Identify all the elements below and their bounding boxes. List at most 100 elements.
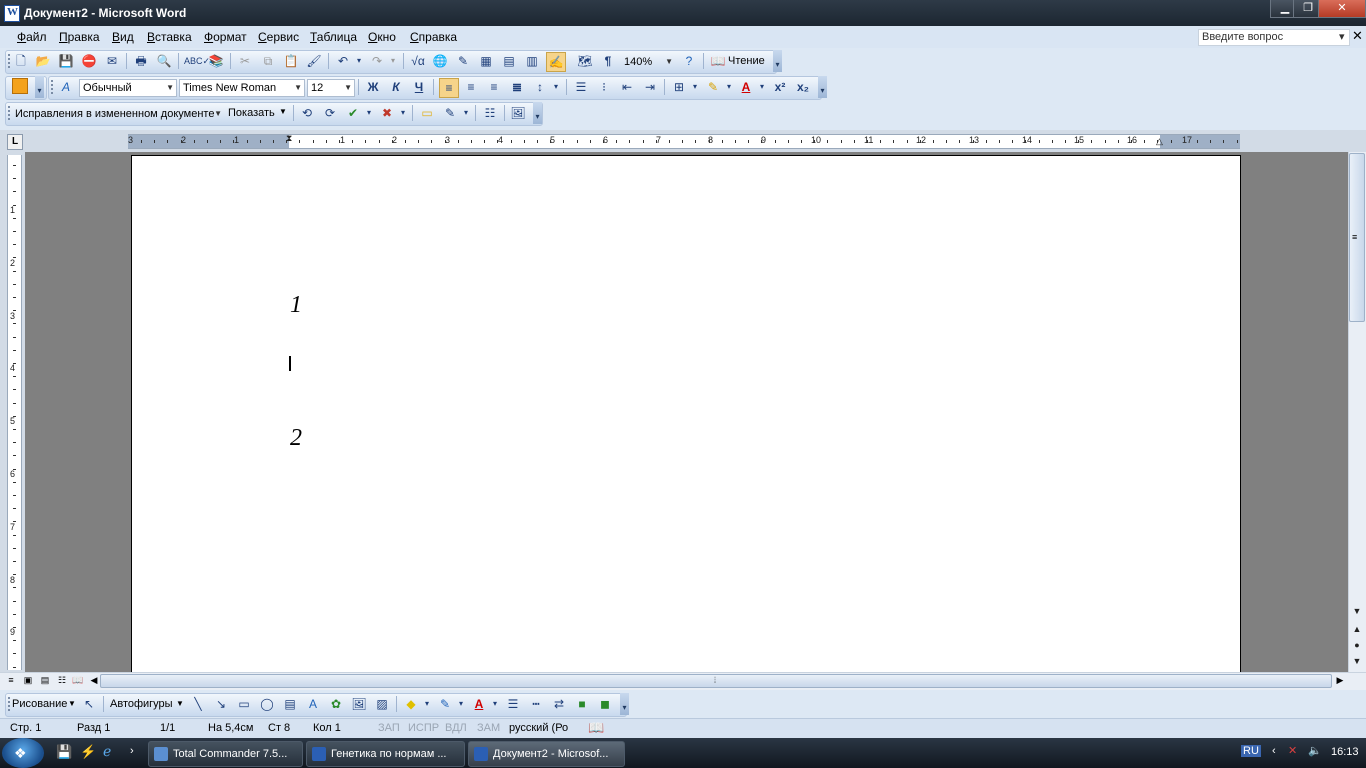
undo-dropdown-icon[interactable]: ▾ <box>350 52 368 70</box>
help-icon[interactable]: ? <box>680 52 698 70</box>
web-view-icon[interactable]: ▣ <box>22 674 34 686</box>
status-track-changes[interactable]: ИСПР <box>408 722 439 734</box>
taskbar-item-total-commander[interactable]: Total Commander 7.5... <box>148 741 303 767</box>
insert-equation-icon[interactable]: √α <box>409 52 427 70</box>
wordart-icon[interactable]: A <box>304 695 322 713</box>
insert-picture-icon[interactable]: ▨ <box>373 695 391 713</box>
next-change-icon[interactable]: ⟳ <box>321 104 339 122</box>
insert-table-icon[interactable]: ▦ <box>477 52 495 70</box>
scroll-down-arrow-icon[interactable]: ▼ <box>1349 606 1365 620</box>
italic-button[interactable]: К <box>387 78 405 96</box>
normal-view-icon[interactable]: ≡ <box>5 674 17 686</box>
menu-window[interactable]: Окно <box>368 30 396 44</box>
close-window-button[interactable]: ✕ <box>1318 0 1366 18</box>
increase-indent-icon[interactable]: ⇥ <box>641 78 659 96</box>
save-icon[interactable]: 💾 <box>57 52 75 70</box>
show-hidden-icons-icon[interactable]: ‹ <box>1272 745 1276 757</box>
spelling-status-icon[interactable]: 📖 <box>588 720 604 736</box>
document-text-1[interactable]: 1 <box>290 292 302 319</box>
open-folder-icon[interactable]: 📂 <box>34 52 52 70</box>
quicklaunch-more-icon[interactable]: › <box>130 745 134 757</box>
reading-layout-button[interactable]: Чтение <box>728 55 765 67</box>
toolbar-options-chevron[interactable]: ▾ <box>533 102 542 124</box>
taskbar-item-genetics-doc[interactable]: Генетика по нормам ... <box>306 741 465 767</box>
research-icon[interactable]: 📚 <box>207 52 225 70</box>
status-page-count[interactable]: 1/1 <box>160 722 175 734</box>
track-changes-dropdown-icon[interactable]: ▾ <box>457 104 475 122</box>
tables-borders-icon[interactable]: ✎ <box>454 52 472 70</box>
align-center-icon[interactable]: ≡ <box>462 78 480 96</box>
document-text-2[interactable]: 2 <box>290 425 302 452</box>
permission-icon[interactable]: ⛔ <box>80 52 98 70</box>
scroll-right-arrow-icon[interactable]: ▶ <box>1334 674 1346 686</box>
taskbar-item-document2[interactable]: Документ2 - Microsof... <box>468 741 625 767</box>
font-select[interactable]: Times New Roman ▼ <box>179 79 305 97</box>
autoshapes-menu-button[interactable]: Автофигуры <box>110 698 173 710</box>
insert-excel-icon[interactable]: ▤ <box>500 52 518 70</box>
line-style-icon[interactable]: ☰ <box>504 695 522 713</box>
style-select[interactable]: Обычный ▼ <box>79 79 177 97</box>
format-painter-icon[interactable]: 🖌 <box>305 52 323 70</box>
justify-icon[interactable]: ≣ <box>508 78 526 96</box>
reviewing-pane-icon[interactable]: ☷ <box>481 104 499 122</box>
line-color-dropdown-icon[interactable]: ▾ <box>452 695 470 713</box>
toolbar-options-chevron[interactable]: ▾ <box>35 76 44 98</box>
previous-page-icon[interactable]: ▲ <box>1349 624 1365 638</box>
reject-dropdown-icon[interactable]: ▾ <box>394 104 412 122</box>
rectangle-icon[interactable]: ▭ <box>235 695 253 713</box>
select-objects-icon[interactable]: ↖ <box>80 695 98 713</box>
redo-dropdown-icon[interactable]: ▾ <box>384 52 402 70</box>
reading-view-icon[interactable]: 📖 <box>72 674 84 686</box>
copy-icon[interactable]: ⧉ <box>259 52 277 70</box>
subscript-icon[interactable]: x₂ <box>794 78 812 96</box>
select-browse-object-icon[interactable]: ● <box>1349 640 1365 654</box>
scroll-left-arrow-icon[interactable]: ◀ <box>88 674 100 686</box>
outline-view-icon[interactable]: ☷ <box>56 674 68 686</box>
document-map-icon[interactable]: 🗺 <box>576 52 594 70</box>
font-color-dropdown-icon[interactable]: ▾ <box>486 695 504 713</box>
fill-color-dropdown-icon[interactable]: ▾ <box>418 695 436 713</box>
cut-icon[interactable]: ✂ <box>236 52 254 70</box>
tab-stop-selector[interactable]: L <box>7 134 23 150</box>
clip-art-icon[interactable]: 🖼 <box>350 695 368 713</box>
quicklaunch-ie-icon[interactable]: ℯ <box>103 743 111 760</box>
quicklaunch-commander-icon[interactable]: ⚡ <box>80 744 96 760</box>
new-document-icon[interactable]: 🗋 <box>12 52 30 70</box>
status-page[interactable]: Стр. 1 <box>10 722 41 734</box>
columns-icon[interactable]: ▥ <box>523 52 541 70</box>
spelling-icon[interactable]: ABC✓ <box>184 52 210 70</box>
close-document-button[interactable]: ✕ <box>1352 28 1363 44</box>
styles-pane-icon[interactable] <box>12 78 28 94</box>
numbering-icon[interactable]: ☰ <box>572 78 590 96</box>
insert-comment-icon[interactable]: ▭ <box>418 104 436 122</box>
oval-icon[interactable]: ◯ <box>258 695 276 713</box>
menu-file[interactable]: Файл <box>17 30 47 44</box>
3d-style-icon[interactable]: ◼ <box>596 695 614 713</box>
network-icon[interactable]: ✕ <box>1288 744 1297 757</box>
picture-icon[interactable]: 🖼 <box>509 104 527 122</box>
volume-icon[interactable]: 🔈 <box>1308 744 1322 757</box>
underline-button[interactable]: Ч <box>410 78 428 96</box>
print-preview-icon[interactable]: 🔍 <box>155 52 173 70</box>
display-for-review-select[interactable]: Исправления в измененном документе ▼ <box>11 105 225 123</box>
arrow-style-icon[interactable]: ⇄ <box>550 695 568 713</box>
menu-tools[interactable]: Сервис <box>258 30 299 44</box>
menu-table[interactable]: Таблица <box>310 30 357 44</box>
dash-style-icon[interactable]: ┅ <box>527 695 545 713</box>
font-size-select[interactable]: 12 ▼ <box>307 79 355 97</box>
status-overtype[interactable]: ЗАМ <box>477 722 500 734</box>
menu-insert[interactable]: Вставка <box>147 30 192 44</box>
menu-edit[interactable]: Правка <box>59 30 100 44</box>
menu-help[interactable]: Справка <box>410 30 457 44</box>
status-position[interactable]: На 5,4см <box>208 722 253 734</box>
bold-button[interactable]: Ж <box>364 78 382 96</box>
zoom-select[interactable]: 140% ▼ <box>620 53 676 71</box>
email-icon[interactable]: ✉ <box>103 52 121 70</box>
toolbar-options-chevron[interactable]: ▾ <box>773 50 782 72</box>
shadow-style-icon[interactable]: ■ <box>573 695 591 713</box>
horizontal-ruler[interactable]: 3 2 1 1 2 3 4 5 6 7 8 9 10 11 12 13 14 1… <box>128 133 1240 149</box>
menu-view[interactable]: Вид <box>112 30 134 44</box>
toolbar-options-chevron[interactable]: ▾ <box>818 76 827 98</box>
drawing-toggle-icon[interactable]: ✍ <box>546 52 566 72</box>
show-formatting-icon[interactable]: ¶ <box>599 52 617 70</box>
